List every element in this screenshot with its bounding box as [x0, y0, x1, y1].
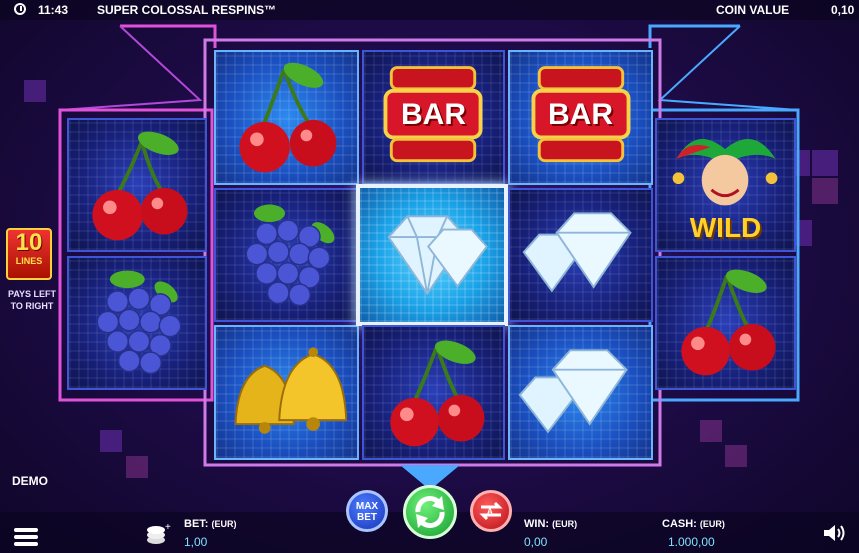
win-label: WIN:: [524, 518, 550, 530]
paylines-count: 10: [15, 229, 43, 256]
bell-symbol: [234, 347, 348, 434]
autoplay-icon: A: [479, 501, 503, 521]
bet-currency: (EUR): [211, 519, 237, 529]
reel-1-cell-2: [67, 256, 207, 390]
bet-label: BET:: [184, 518, 209, 530]
cherry-symbol: [681, 269, 776, 376]
diamond-symbol: [387, 215, 488, 296]
speaker-icon[interactable]: [822, 523, 848, 543]
reel-3-cell-2: [356, 184, 508, 326]
pays-direction-note: PAYS LEFT TO RIGHT: [4, 288, 60, 312]
bet-label-group: BET: (EUR): [184, 518, 237, 530]
cash-label: CASH:: [662, 518, 697, 530]
coins-icon[interactable]: +: [145, 522, 171, 546]
reel-2-cell-2: [214, 188, 359, 322]
reel-3-cell-3: [362, 325, 505, 460]
pays-note-line-2: TO RIGHT: [10, 301, 54, 311]
reel-3-cell-1: BAR: [362, 50, 505, 185]
spin-button[interactable]: [403, 485, 457, 539]
svg-text:A: A: [487, 507, 493, 516]
cherry-symbol: [92, 131, 188, 241]
win-currency: (EUR): [552, 519, 578, 529]
reel-2-cell-1: [214, 50, 359, 185]
max-bet-line-2: BET: [357, 512, 377, 523]
grapes-symbol: [96, 270, 182, 375]
reel-5-cell-2: [655, 256, 796, 390]
svg-text:+: +: [165, 522, 171, 533]
cash-currency: (EUR): [699, 519, 725, 529]
autoplay-button[interactable]: A: [470, 490, 512, 532]
grapes-symbol: [245, 204, 335, 307]
pays-note-line-1: PAYS LEFT: [7, 289, 56, 299]
reel-1-cell-1: [67, 118, 207, 252]
menu-icon[interactable]: [14, 528, 38, 549]
win-value: 0,00: [524, 535, 548, 549]
reel-4-cell-3: [508, 325, 653, 460]
reel-4-cell-2: [508, 188, 653, 322]
reel-5-cell-1: WILD: [655, 118, 796, 252]
wild-label: WILD: [689, 212, 762, 243]
max-bet-line-1: MAX: [355, 501, 379, 512]
bet-value: 1,00: [184, 535, 208, 549]
cash-label-group: CASH: (EUR): [662, 518, 725, 530]
bar-label: BAR: [548, 98, 613, 131]
reel-2-cell-3: [214, 325, 359, 460]
diamond-symbol: [518, 349, 628, 434]
paylines-label: LINES: [15, 256, 43, 266]
cherry-symbol: [390, 340, 485, 447]
reel-4-cell-1: BAR: [508, 50, 653, 185]
paylines-badge: 10 LINES: [6, 228, 52, 280]
demo-mode-label: DEMO: [12, 474, 48, 488]
bar-label: BAR: [401, 98, 466, 131]
spin-arrows-icon: [415, 496, 445, 528]
cherry-symbol: [239, 62, 337, 173]
win-label-group: WIN: (EUR): [524, 518, 577, 530]
diamond-symbol: [522, 212, 632, 293]
max-bet-button[interactable]: MAX BET: [346, 490, 388, 532]
cash-value: 1.000,00: [668, 535, 715, 549]
